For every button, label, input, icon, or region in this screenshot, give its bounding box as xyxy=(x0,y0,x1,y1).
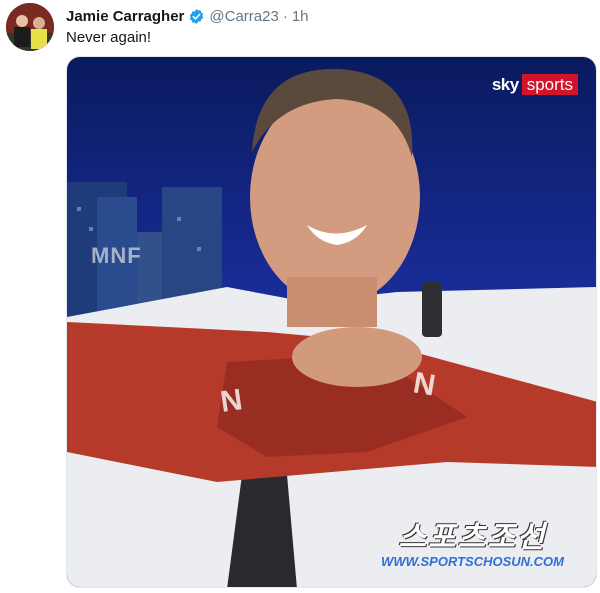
watermark-url: WWW.SPORTSCHOSUN.COM xyxy=(381,554,564,569)
tweet-header: Jamie Carragher @Carra23 · 1h xyxy=(66,6,309,26)
sky-logo-text: sky xyxy=(491,74,519,94)
watermark-korean: 스포츠조선 xyxy=(398,521,547,554)
timestamp[interactable]: 1h xyxy=(292,8,309,25)
studio-sign: MNF xyxy=(91,243,142,268)
display-name[interactable]: Jamie Carragher xyxy=(66,8,184,25)
video-frame: N N xyxy=(67,57,596,587)
avatar[interactable] xyxy=(6,3,54,51)
tweet-text: Never again! xyxy=(66,29,152,46)
separator-dot: · xyxy=(282,7,288,25)
sports-logo-text: sports xyxy=(521,74,578,95)
tweet: Jamie Carragher @Carra23 · 1h Never agai… xyxy=(0,0,600,593)
handle[interactable]: @Carra23 xyxy=(209,8,278,25)
sky-sports-logo: sky sports xyxy=(489,74,578,95)
watermark: 스포츠조선 WWW.SPORTSCHOSUN.COM xyxy=(381,512,564,569)
verified-badge-icon xyxy=(190,8,204,24)
tweet-media-video[interactable]: N N sky sports MNF 스포츠조선 WWW.SPORTSCHOSU… xyxy=(66,56,597,588)
svg-text:N: N xyxy=(218,383,244,419)
avatar-image xyxy=(6,3,54,51)
